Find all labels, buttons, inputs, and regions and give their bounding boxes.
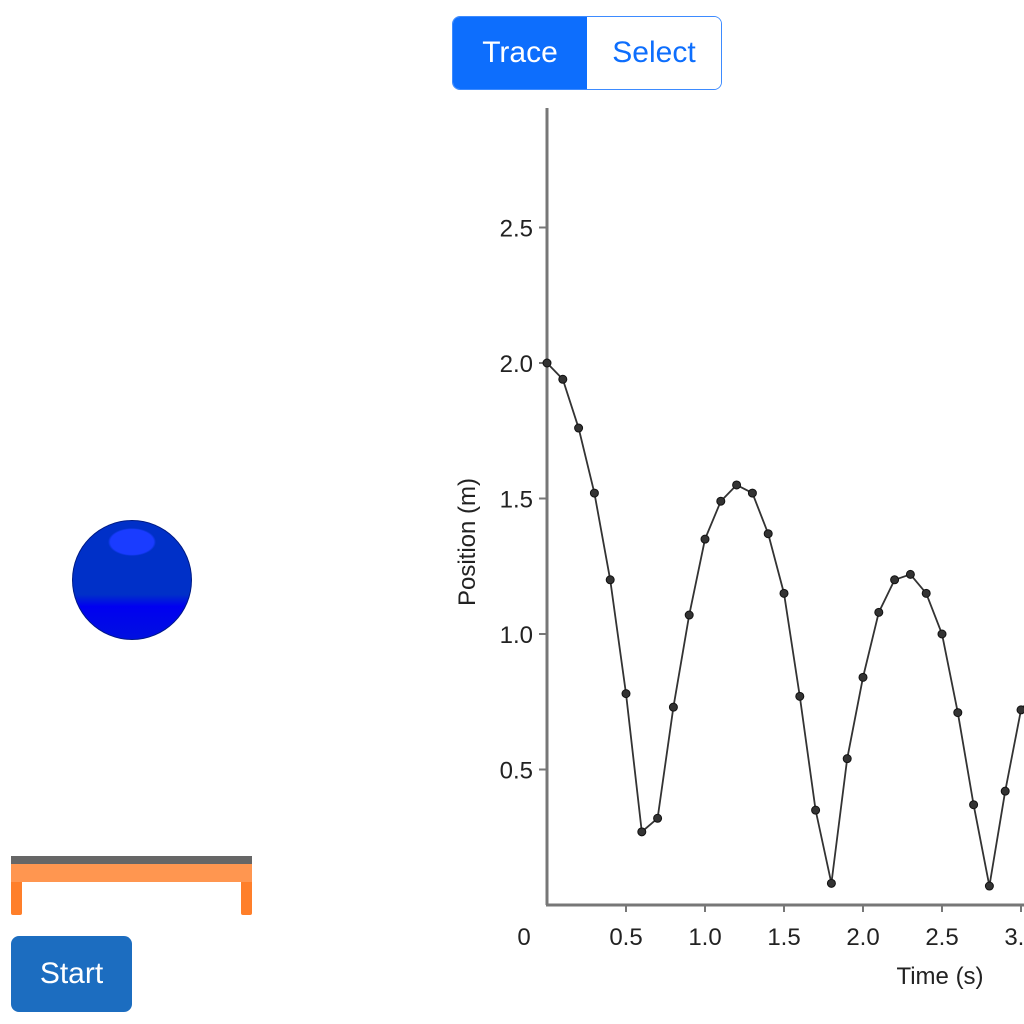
data-point[interactable] [763, 529, 773, 539]
data-point[interactable] [1016, 705, 1024, 715]
data-point[interactable] [953, 708, 963, 718]
data-point[interactable] [605, 575, 615, 585]
data-point[interactable] [811, 805, 821, 815]
x-axis-label: Time (s) [896, 963, 983, 990]
data-point[interactable] [937, 629, 947, 639]
x-tick-label: 3.0 [1004, 924, 1024, 951]
data-point[interactable] [558, 374, 568, 384]
data-point[interactable] [858, 672, 868, 682]
data-point[interactable] [795, 691, 805, 701]
data-point[interactable] [716, 496, 726, 506]
data-point[interactable] [905, 569, 915, 579]
y-tick-label: 0.5 [500, 758, 533, 785]
x-tick-label: 2.5 [925, 924, 958, 951]
data-point[interactable] [890, 575, 900, 585]
x-tick-label: 0 [517, 924, 530, 951]
data-point[interactable] [732, 480, 742, 490]
data-point[interactable] [589, 488, 599, 498]
data-point[interactable] [921, 588, 931, 598]
y-tick-label: 1.5 [500, 487, 533, 514]
position-time-chart: 0 0.5 1.0 1.5 2.0 2.5 3.0 0.5 1.0 1.5 2.0 2.5 Time … [454, 108, 1024, 990]
data-point[interactable] [621, 689, 631, 699]
data-point[interactable] [826, 878, 836, 888]
data-point[interactable] [700, 534, 710, 544]
data-point[interactable] [1000, 786, 1010, 796]
y-tick-label: 2.5 [500, 216, 533, 243]
data-point[interactable] [637, 827, 647, 837]
data-point[interactable] [574, 423, 584, 433]
data-point[interactable] [684, 610, 694, 620]
position-series-line [546, 362, 1024, 887]
y-axis-label: Position (m) [454, 478, 481, 606]
x-tick-label: 1.5 [767, 924, 800, 951]
y-tick-label: 1.0 [500, 622, 533, 649]
y-tick-label: 2.0 [500, 351, 533, 378]
data-point[interactable] [542, 358, 552, 368]
x-tick-label: 0.5 [609, 924, 642, 951]
data-point[interactable] [668, 702, 678, 712]
data-point[interactable] [969, 800, 979, 810]
x-tick-label: 1.0 [688, 924, 721, 951]
x-tick-label: 2.0 [846, 924, 879, 951]
data-point[interactable] [874, 607, 884, 617]
data-point[interactable] [779, 588, 789, 598]
data-point[interactable] [984, 881, 994, 891]
data-point[interactable] [747, 488, 757, 498]
data-point[interactable] [653, 813, 663, 823]
data-point[interactable] [842, 754, 852, 764]
